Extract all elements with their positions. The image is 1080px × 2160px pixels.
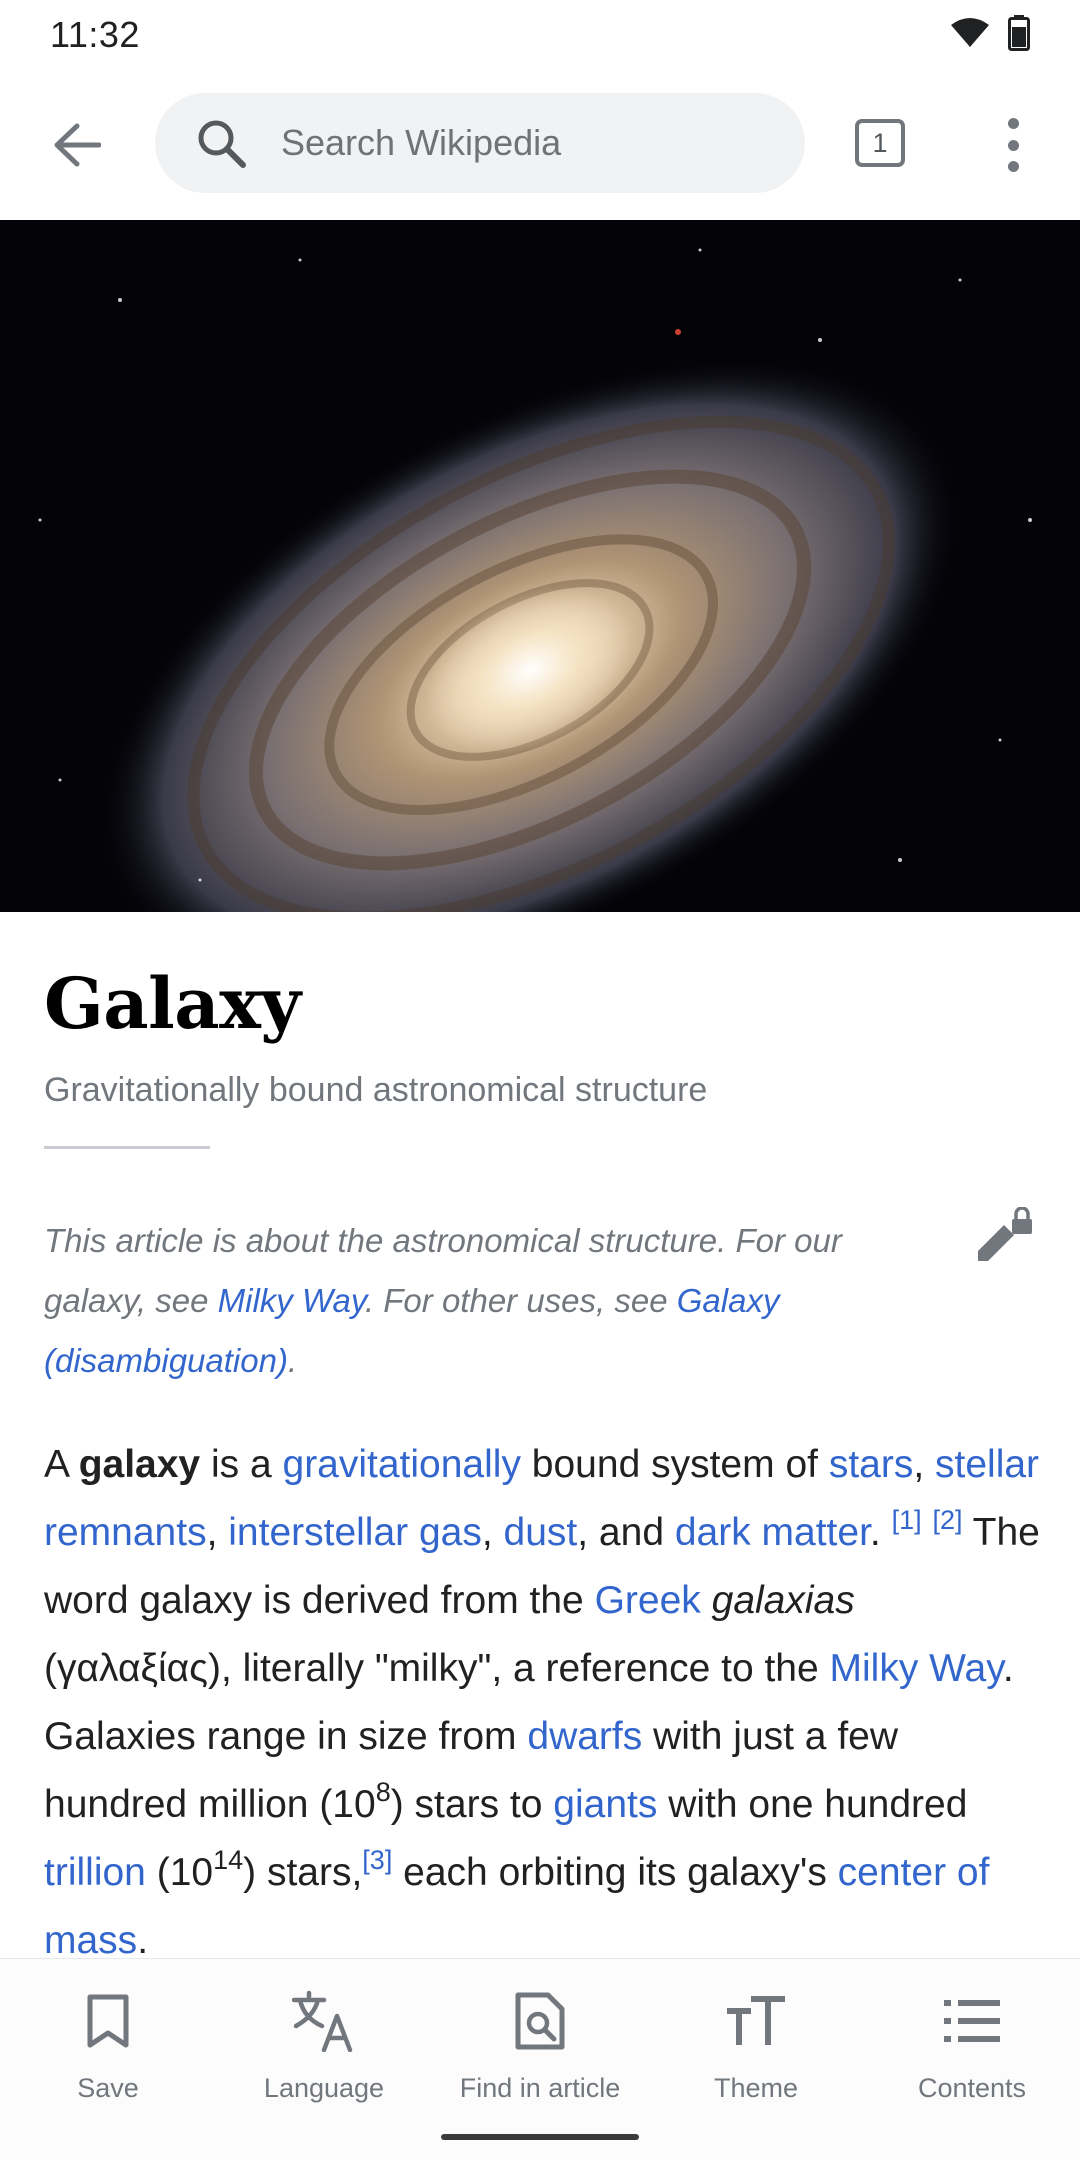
tabs-icon: 1 (855, 119, 905, 167)
edit-locked-icon[interactable] (974, 1206, 1036, 1269)
reference-2[interactable]: [2] (932, 1505, 962, 1535)
text: with one hundred (657, 1783, 968, 1826)
text: , (481, 1511, 504, 1554)
title-divider (44, 1146, 210, 1149)
home-indicator[interactable] (441, 2134, 639, 2140)
search-icon (193, 115, 249, 171)
text: , (206, 1511, 229, 1554)
contents-label: Contents (917, 2073, 1027, 2103)
save-button[interactable]: Save (0, 1989, 216, 2129)
hatnote-text: . (287, 1342, 298, 1379)
search-placeholder: Search Wikipedia (281, 122, 562, 163)
tabs-button[interactable]: 1 (855, 119, 907, 171)
battery-icon (1008, 14, 1030, 56)
text-size-icon (724, 1989, 788, 2053)
status-bar: 11:32 (0, 0, 1080, 70)
text: A (44, 1443, 79, 1486)
hatnote-section: This article is about the astronomical s… (44, 1206, 1044, 1391)
bold-term: galaxy (78, 1443, 201, 1486)
status-time: 11:32 (50, 14, 140, 55)
hatnote-text: . For other uses, see (364, 1282, 677, 1319)
wikipedia-article-screen: 11:32 Search Wikipedia 1 Galaxy Gravitat… (0, 0, 1080, 2160)
more-vert-icon (1007, 118, 1019, 129)
text: ) stars, (243, 1851, 363, 1894)
find-in-article-button[interactable]: Find in article (432, 1989, 648, 2129)
back-arrow-icon (53, 123, 102, 172)
list-icon (940, 1989, 1004, 2053)
tab-count: 1 (872, 127, 888, 158)
link-milky-way-lead[interactable]: Milky Way (830, 1647, 1003, 1690)
language-label: Language (263, 2073, 385, 2103)
link-milky-way[interactable]: Milky Way (218, 1282, 365, 1319)
link-interstellar-gas[interactable]: interstellar gas (228, 1511, 482, 1554)
theme-button[interactable]: Theme (648, 1989, 864, 2129)
text: . (137, 1919, 149, 1962)
text: , (913, 1443, 935, 1486)
link-dark-matter[interactable]: dark matter (675, 1511, 870, 1554)
italic-term: galaxias (711, 1579, 855, 1622)
find-in-page-icon (508, 1989, 572, 2053)
text: ) stars to (390, 1783, 554, 1826)
contents-button[interactable]: Contents (864, 1989, 1080, 2129)
article-description: Gravitationally bound astronomical struc… (44, 1071, 708, 1109)
language-button[interactable]: Language (216, 1989, 432, 2129)
search-bar[interactable]: Search Wikipedia (155, 93, 805, 193)
link-gravitationally[interactable]: gravitationally (283, 1443, 521, 1486)
save-label: Save (77, 2073, 139, 2103)
exponent: 8 (375, 1777, 391, 1807)
link-stars[interactable]: stars (829, 1443, 914, 1486)
more-vert-dot (1007, 139, 1019, 151)
reference-1[interactable]: [1] (892, 1505, 922, 1535)
article-title: Galaxy (44, 962, 301, 1045)
back-button[interactable] (40, 110, 114, 184)
more-vert-dot (1007, 161, 1019, 172)
link-giants[interactable]: giants (553, 1783, 657, 1826)
page-action-toolbar: Save Language Find in article Theme Cont… (0, 1958, 1080, 2160)
text: bound system of (520, 1443, 829, 1486)
link-dwarfs[interactable]: dwarfs (527, 1715, 642, 1758)
wifi-icon (950, 17, 990, 54)
text: each orbiting its galaxy's (392, 1851, 838, 1894)
link-trillion[interactable]: trillion (44, 1851, 146, 1894)
link-dust[interactable]: dust (504, 1511, 578, 1554)
hatnote: This article is about the astronomical s… (44, 1211, 894, 1391)
translate-icon (292, 1989, 356, 2053)
text: . (869, 1511, 892, 1554)
reference-3[interactable]: [3] (362, 1845, 392, 1875)
status-icons (950, 14, 1030, 56)
exponent: 14 (213, 1845, 244, 1875)
text: (10 (145, 1851, 214, 1894)
more-options-button[interactable] (995, 112, 1031, 178)
article-content: Galaxy Gravitationally bound astronomica… (44, 912, 1044, 1975)
text: , and (577, 1511, 675, 1554)
lead-image[interactable] (0, 220, 1080, 912)
galaxy-image (0, 220, 1080, 912)
link-greek[interactable]: Greek (595, 1579, 701, 1622)
text (701, 1579, 712, 1622)
text: (γαλαξίας), literally "milky", a referen… (44, 1647, 830, 1690)
lead-paragraph: A galaxy is a gravitationally bound syst… (44, 1431, 1044, 1975)
find-in-article-label: Find in article (459, 2073, 621, 2103)
bookmark-icon (76, 1989, 140, 2053)
theme-label: Theme (713, 2073, 799, 2103)
text: is a (200, 1443, 283, 1486)
app-bar: Search Wikipedia 1 (0, 70, 1080, 220)
